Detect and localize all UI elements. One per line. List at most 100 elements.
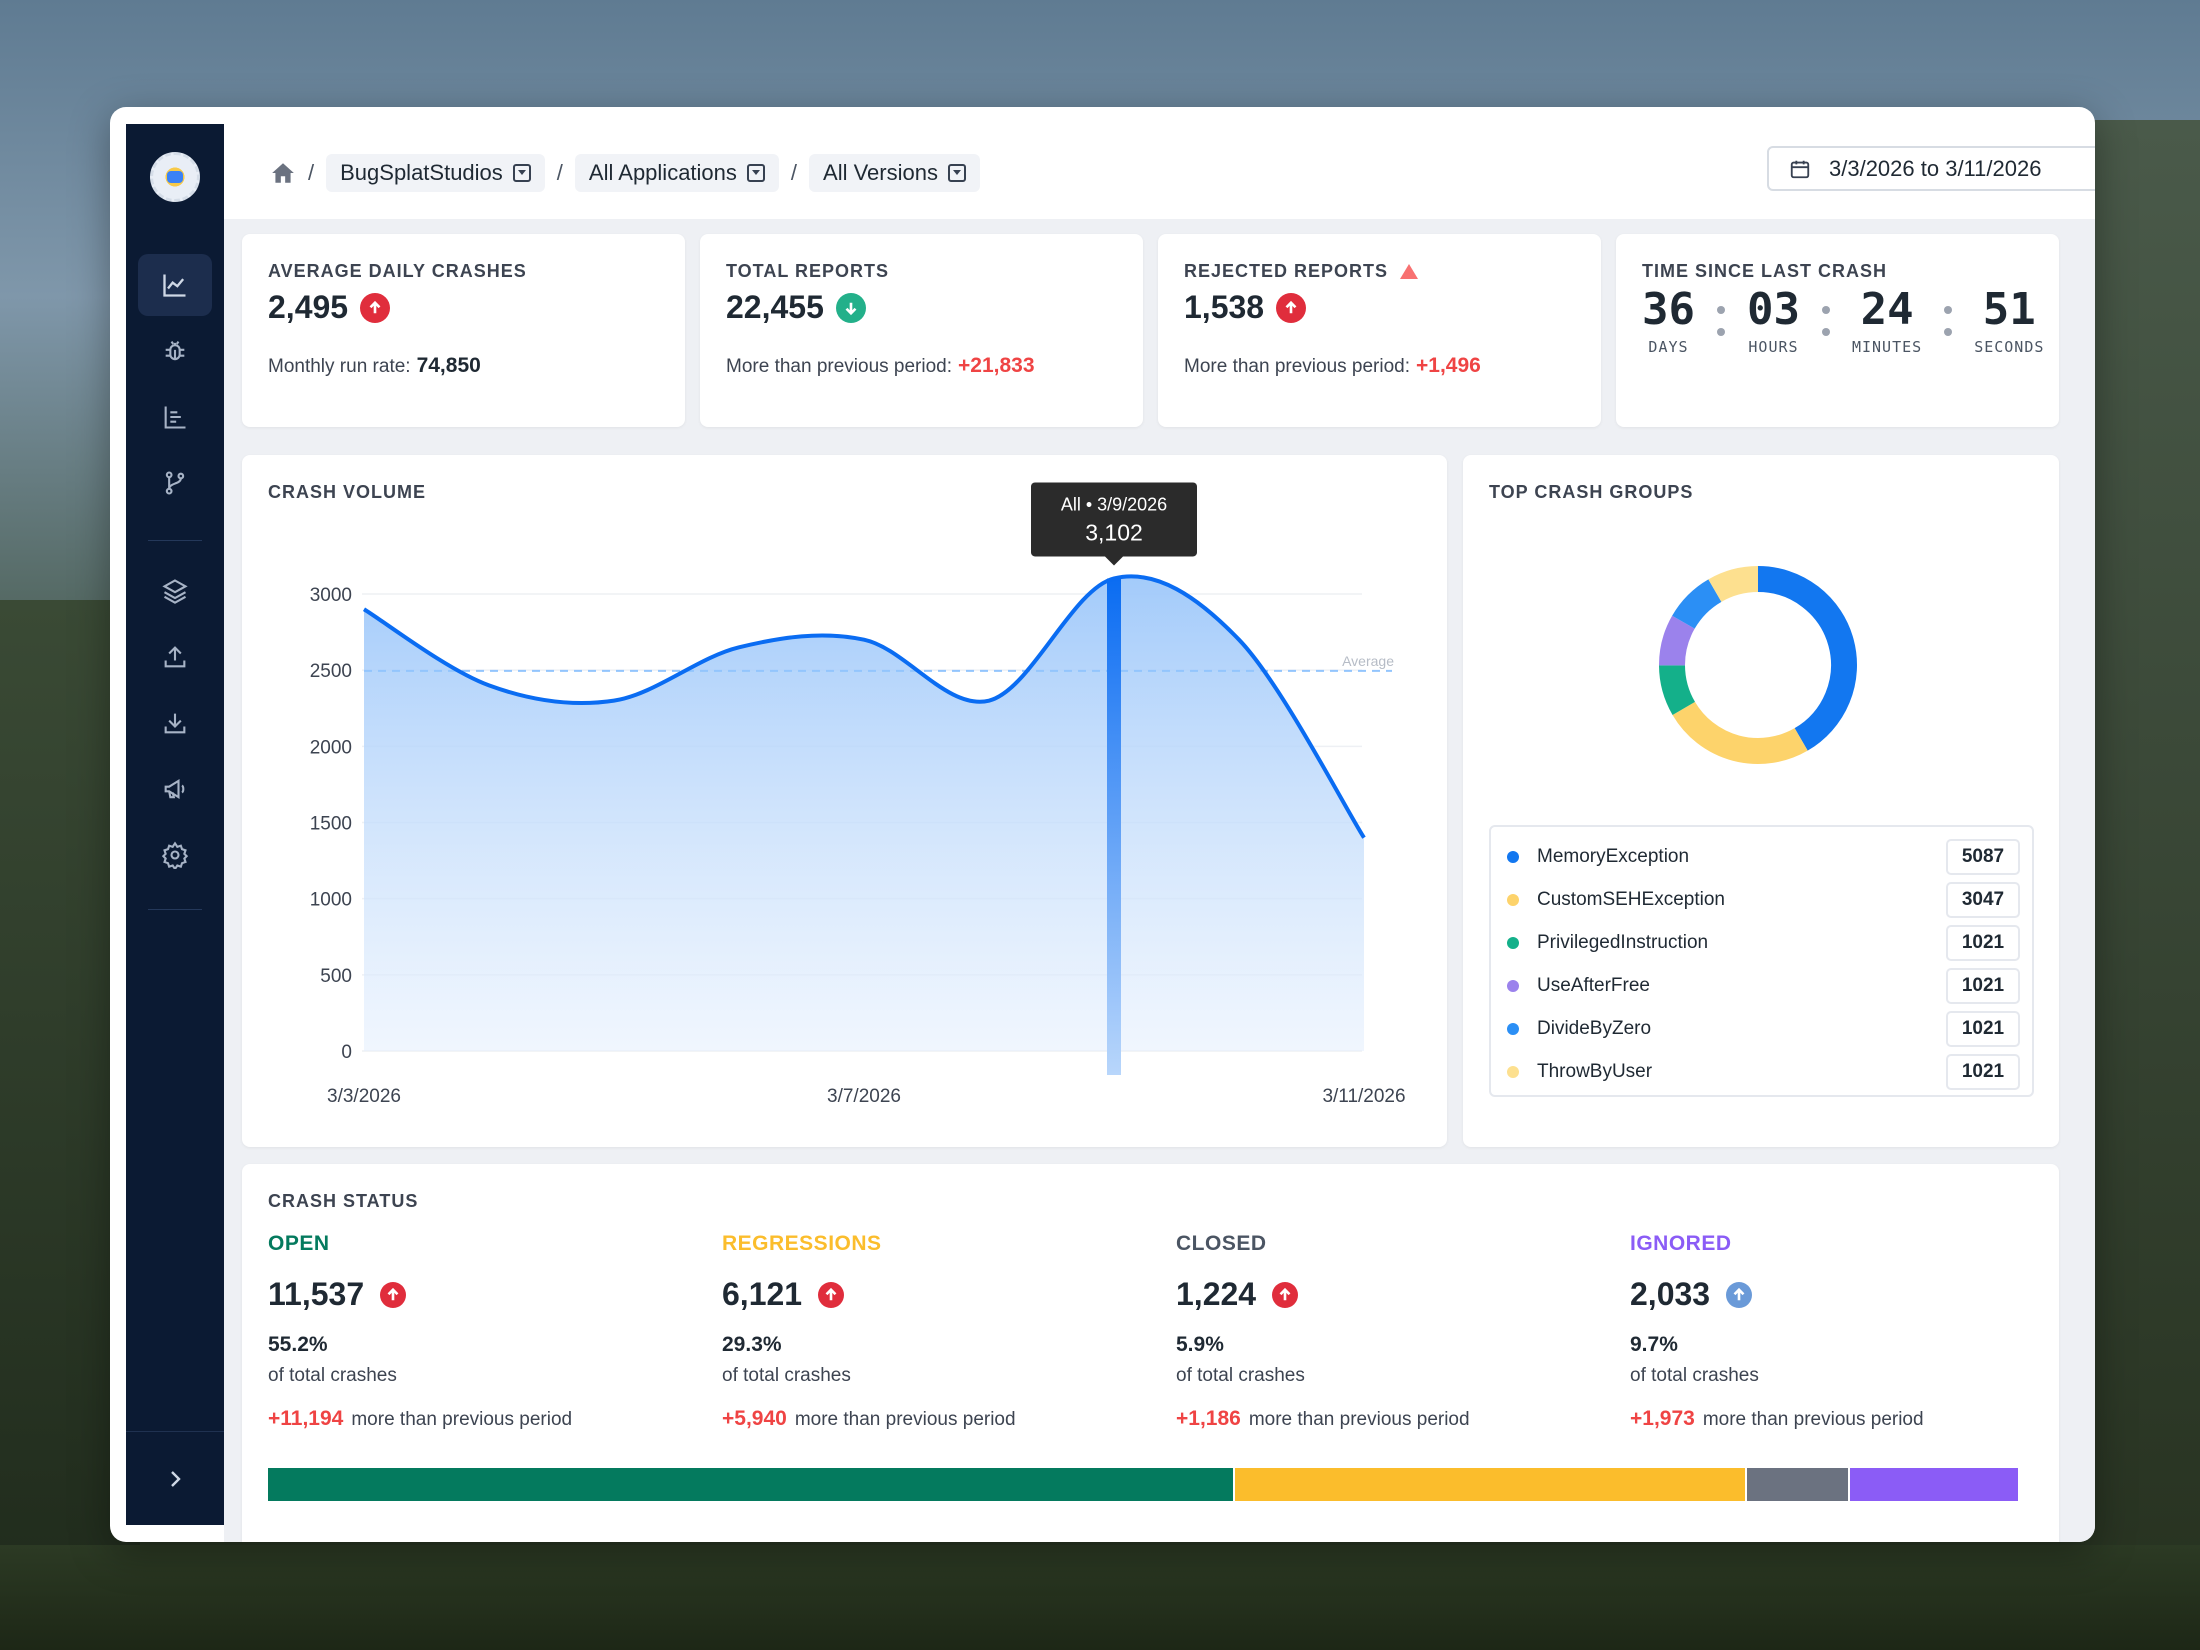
legend-value: 5087 [1946,838,2020,875]
status-bar-segment-closed[interactable] [1745,1468,1849,1501]
more-label: more than previous period [351,1409,573,1430]
data-point[interactable] [1358,832,1370,844]
line-chart-icon [163,274,186,297]
legend-name: PrivilegedInstruction [1537,931,1709,953]
status-delta: +5,940 [722,1407,787,1430]
nav-summary[interactable] [138,386,212,448]
card-title: TIME SINCE LAST CRASH [1642,261,1888,281]
legend-item[interactable]: UseAfterFree 1021 [1507,964,2020,1007]
nav-versions[interactable] [138,452,212,514]
nav-settings[interactable] [138,824,212,886]
data-point[interactable] [1233,634,1245,646]
status-label: OPEN [268,1232,330,1255]
legend-name: MemoryException [1537,845,1690,867]
nav-dashboard[interactable] [138,254,212,316]
legend-item[interactable]: MemoryException 5087 [1507,835,2020,878]
home-icon[interactable] [270,160,296,186]
x-tick-label: 3/7/2026 [827,1086,901,1107]
card-title: REJECTED REPORTS [1184,261,1389,281]
date-range-picker[interactable]: 3/3/2026 to 3/11/2026 [1767,146,2095,191]
date-range-label: 3/3/2026 to 3/11/2026 [1829,155,2042,181]
donut-slice[interactable] [1672,701,1808,764]
status-ignored[interactable]: IGNORED 2,033 9.7% of total crashes +1,9… [1630,1232,2050,1431]
legend-value: 1021 [1946,1053,2020,1090]
chevron-right-icon [171,1470,181,1487]
status-value: 1,224 [1176,1276,1257,1312]
status-regressions[interactable]: REGRESSIONS 6,121 29.3% of total crashes… [722,1232,1142,1431]
status-delta: +1,186 [1176,1407,1241,1430]
donut-slice[interactable] [1659,664,1696,715]
legend-item[interactable]: CustomSEHException 3047 [1507,878,2020,921]
legend-value: 3047 [1946,881,2020,918]
donut-slice[interactable] [1659,615,1695,666]
legend-item[interactable]: PrivilegedInstruction 1021 [1507,921,2020,964]
countdown-timer: 36 DAYS 03 HOURS 24 MINUTES 51 SECONDS [1642,284,2044,356]
crash-volume-chart[interactable]: 0 500 1000 1500 2000 2500 3000 Average All • 3/9… [242,455,1447,1147]
company-selector[interactable]: BugSplatStudios [326,154,545,192]
legend-dot [1507,936,1519,949]
status-bar-segment-open[interactable] [268,1468,1234,1501]
data-point[interactable] [358,603,370,615]
data-point[interactable] [608,695,620,707]
legend-dot [1507,893,1519,906]
data-point[interactable] [483,679,495,691]
arrow-up-icon [1726,1281,1753,1308]
warning-icon[interactable] [1400,264,1419,279]
breadcrumb: / BugSplatStudios / All Applications / A… [270,154,980,192]
nav-download[interactable] [138,692,212,754]
status-value: 6,121 [722,1276,803,1312]
nav-upload[interactable] [138,626,212,688]
highlight-bar[interactable] [1107,578,1121,1075]
minutes-label: MINUTES [1851,338,1923,356]
y-tick-label: 500 [320,966,352,987]
previous-period-label: More than previous period: [726,356,953,377]
rejected-reports-value: 1,538 [1184,289,1265,325]
status-bar-segment-regressions[interactable] [1233,1468,1746,1501]
arrow-up-icon [1272,1281,1299,1308]
version-selector[interactable]: All Versions [809,154,980,192]
arrow-up-icon [360,292,391,323]
sidebar-collapse-button[interactable] [126,1431,224,1525]
status-open[interactable]: OPEN 11,537 55.2% of total crashes +11,1… [268,1232,688,1431]
crash-groups-donut-chart[interactable] [1653,560,1863,770]
hours-value: 03 [1746,284,1800,335]
nav-crashes[interactable] [138,320,212,382]
donut-slice[interactable] [1757,566,1857,751]
breadcrumb-separator: / [308,160,315,185]
data-point[interactable] [858,634,870,646]
layers-icon [162,579,188,604]
data-point[interactable] [733,641,745,653]
minutes-value: 24 [1860,284,1914,335]
days-label: DAYS [1648,338,1689,356]
card-title: TOP CRASH GROUPS [1489,482,1694,502]
gear-icon [161,841,189,869]
more-label: more than previous period [1248,1409,1470,1430]
breadcrumb-separator: / [556,160,563,185]
sidebar [126,124,224,1525]
hours-label: HOURS [1748,338,1799,356]
avg-daily-crashes-card: AVERAGE DAILY CRASHES 2,495 Monthly run … [242,234,685,427]
legend-value: 1021 [1946,1010,2020,1047]
nav-announcements[interactable] [138,758,212,820]
donut-slice[interactable] [1672,579,1722,630]
nav-integrations[interactable] [138,560,212,622]
status-closed[interactable]: CLOSED 1,224 5.9% of total crashes +1,18… [1176,1232,1596,1431]
bugsplat-logo[interactable] [150,152,200,202]
avg-daily-value: 2,495 [268,289,349,325]
status-bar-segment-ignored[interactable] [1848,1468,2018,1501]
legend-item[interactable]: ThrowByUser 1021 [1507,1050,2020,1093]
card-title: CRASH STATUS [268,1191,419,1211]
download-icon [164,713,186,734]
tooltip-arrow [1105,556,1123,566]
breadcrumb-separator: / [790,160,798,185]
legend-item[interactable]: DivideByZero 1021 [1507,1007,2020,1050]
donut-slice[interactable] [1708,566,1759,603]
data-point[interactable] [983,695,995,707]
dropdown-icon [512,164,531,182]
application-selector[interactable]: All Applications [574,154,779,192]
crash-volume-card: CRASH VOLUME 0 500 1000 1500 2000 2500 3000 Ave… [242,455,1447,1147]
dropdown-icon [746,164,765,182]
legend-dot [1507,1022,1519,1035]
data-point[interactable] [1108,572,1120,584]
y-tick-label: 2500 [310,661,352,682]
